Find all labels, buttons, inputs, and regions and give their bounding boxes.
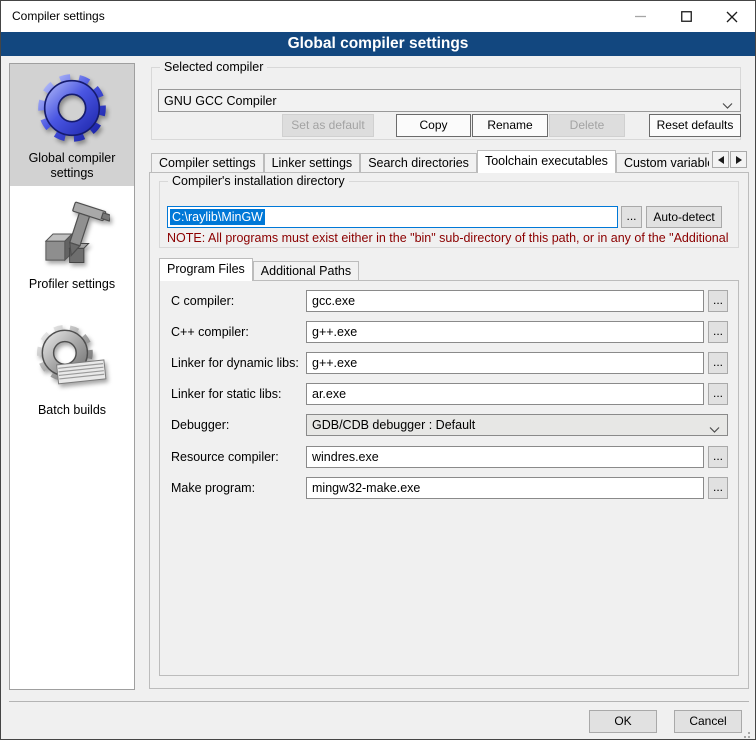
linker-dynamic-input[interactable]: g++.exe <box>306 352 704 374</box>
installation-directory-value: C:\raylib\MinGW <box>170 209 265 225</box>
debugger-select[interactable]: GDB/CDB debugger : Default <box>306 414 728 436</box>
profiler-caliper-icon <box>10 196 134 275</box>
minimize-icon <box>635 11 646 22</box>
sidebar-item-label: Batch builds <box>10 403 134 418</box>
maximize-icon <box>681 11 692 22</box>
close-icon <box>726 11 738 23</box>
cpp-compiler-label: C++ compiler: <box>171 321 249 343</box>
window-title: Compiler settings <box>12 1 105 32</box>
sidebar-item-profiler-settings[interactable]: Profiler settings <box>10 190 134 298</box>
resource-compiler-input[interactable]: windres.exe <box>306 446 704 468</box>
tab-scroll-right-button[interactable] <box>730 151 747 168</box>
debugger-select-value: GDB/CDB debugger : Default <box>312 418 475 432</box>
tab-program-files[interactable]: Program Files <box>159 258 253 281</box>
minimize-button[interactable] <box>617 1 663 32</box>
resource-compiler-label: Resource compiler: <box>171 446 279 468</box>
tab-additional-paths[interactable]: Additional Paths <box>253 261 359 281</box>
tab-scroll-left-button[interactable] <box>712 151 729 168</box>
close-button[interactable] <box>709 1 755 32</box>
compiler-select-value: GNU GCC Compiler <box>164 94 277 108</box>
footer-divider <box>9 701 749 702</box>
set-as-default-button[interactable]: Set as default <box>282 114 374 137</box>
compiler-select[interactable]: GNU GCC Compiler <box>158 89 741 112</box>
resource-compiler-browse-button[interactable]: ... <box>708 446 728 468</box>
arrow-right-icon <box>736 156 742 164</box>
settings-tab-strip: Compiler settings Linker settings Search… <box>151 150 709 173</box>
linker-static-browse-button[interactable]: ... <box>708 383 728 405</box>
chevron-down-icon <box>709 422 720 436</box>
compiler-settings-dialog: Compiler settings Global compiler settin… <box>0 0 756 740</box>
title-bar: Compiler settings <box>1 1 755 32</box>
tab-linker-settings[interactable]: Linker settings <box>264 153 361 173</box>
tab-custom-variables[interactable]: Custom variables <box>616 153 709 173</box>
installation-directory-browse-button[interactable]: ... <box>621 206 642 228</box>
linker-static-label: Linker for static libs: <box>171 383 281 405</box>
reset-defaults-button[interactable]: Reset defaults <box>649 114 741 137</box>
make-program-browse-button[interactable]: ... <box>708 477 728 499</box>
blue-gear-icon <box>10 70 134 149</box>
maximize-button[interactable] <box>663 1 709 32</box>
ok-button[interactable]: OK <box>589 710 657 733</box>
sidebar-item-global-compiler-settings[interactable]: Global compiler settings <box>10 64 134 186</box>
selected-compiler-group-label: Selected compiler <box>160 60 267 75</box>
bin-subdirectory-note: NOTE: All programs must exist either in … <box>167 231 734 245</box>
c-compiler-input[interactable]: gcc.exe <box>306 290 704 312</box>
chevron-down-icon <box>722 98 733 112</box>
delete-button[interactable]: Delete <box>549 114 625 137</box>
page-title: Global compiler settings <box>1 32 755 56</box>
installation-directory-input[interactable]: C:\raylib\MinGW <box>167 206 618 228</box>
sidebar-item-label: Global compiler settings <box>10 151 134 181</box>
cpp-compiler-input[interactable]: g++.exe <box>306 321 704 343</box>
linker-dynamic-label: Linker for dynamic libs: <box>171 352 299 374</box>
auto-detect-button[interactable]: Auto-detect <box>646 206 722 228</box>
batch-builds-gear-icon <box>10 322 134 401</box>
tab-compiler-settings[interactable]: Compiler settings <box>151 153 264 173</box>
rename-button[interactable]: Rename <box>472 114 548 137</box>
sidebar-item-batch-builds[interactable]: Batch builds <box>10 316 134 426</box>
c-compiler-browse-button[interactable]: ... <box>708 290 728 312</box>
program-files-tab-strip: Program Files Additional Paths <box>159 258 539 281</box>
arrow-left-icon <box>718 156 724 164</box>
copy-button[interactable]: Copy <box>396 114 471 137</box>
c-compiler-label: C compiler: <box>171 290 234 312</box>
make-program-label: Make program: <box>171 477 255 499</box>
cpp-compiler-browse-button[interactable]: ... <box>708 321 728 343</box>
tab-search-directories[interactable]: Search directories <box>360 153 477 173</box>
installation-directory-group-label: Compiler's installation directory <box>168 174 349 189</box>
cancel-button[interactable]: Cancel <box>674 710 742 733</box>
sidebar-item-label: Profiler settings <box>10 277 134 292</box>
debugger-label: Debugger: <box>171 414 229 436</box>
settings-category-list: Global compiler settings <box>9 63 135 690</box>
linker-static-input[interactable]: ar.exe <box>306 383 704 405</box>
linker-dynamic-browse-button[interactable]: ... <box>708 352 728 374</box>
tab-toolchain-executables[interactable]: Toolchain executables <box>477 150 616 173</box>
resize-grip[interactable] <box>748 732 750 734</box>
make-program-input[interactable]: mingw32-make.exe <box>306 477 704 499</box>
